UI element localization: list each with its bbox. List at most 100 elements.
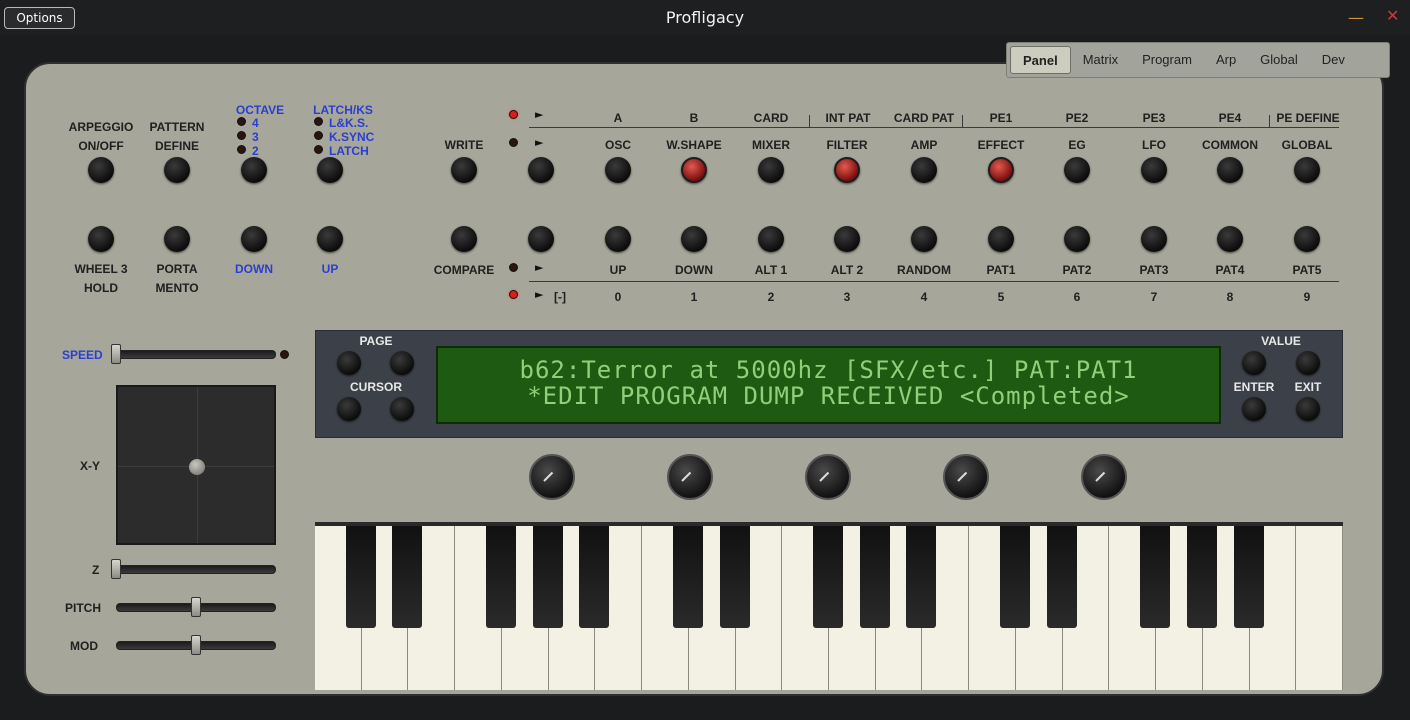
arpeggio-button[interactable] <box>88 157 114 183</box>
tab-dev[interactable]: Dev <box>1310 46 1357 74</box>
xy-cursor[interactable] <box>189 459 205 475</box>
black-key[interactable] <box>485 526 516 628</box>
knob-4[interactable] <box>943 454 989 500</box>
black-key[interactable] <box>1233 526 1264 628</box>
black-key[interactable] <box>1140 526 1171 628</box>
white-key[interactable] <box>1296 526 1343 690</box>
black-key[interactable] <box>672 526 703 628</box>
effect-button[interactable] <box>988 157 1014 183</box>
down-label: DOWN <box>235 262 273 276</box>
black-key[interactable] <box>906 526 937 628</box>
latch-button[interactable] <box>317 157 343 183</box>
pat5-button[interactable] <box>1294 226 1320 252</box>
compare-button[interactable] <box>451 226 477 252</box>
enter-label: ENTER <box>1233 380 1275 394</box>
play-arrow-icon: ► <box>535 136 544 149</box>
portamento-button[interactable] <box>164 226 190 252</box>
up-button[interactable] <box>317 226 343 252</box>
octave-3-led <box>237 131 246 140</box>
num-5: 5 <box>997 290 1005 304</box>
black-key[interactable] <box>392 526 423 628</box>
knob-5[interactable] <box>1081 454 1127 500</box>
black-key[interactable] <box>345 526 376 628</box>
eg-button[interactable] <box>1064 157 1090 183</box>
speed-slider[interactable] <box>116 350 276 359</box>
alt1-button[interactable] <box>758 226 784 252</box>
tab-matrix[interactable]: Matrix <box>1071 46 1130 74</box>
common-button[interactable] <box>1217 157 1243 183</box>
arpeggio-label: ARPEGGIO <box>68 120 134 134</box>
page-left-button[interactable] <box>337 351 361 375</box>
wshape-button[interactable] <box>681 157 707 183</box>
pat2-button[interactable] <box>1064 226 1090 252</box>
osc-button[interactable] <box>605 157 631 183</box>
amp-button[interactable] <box>911 157 937 183</box>
tab-program[interactable]: Program <box>1130 46 1204 74</box>
up-pat-button[interactable] <box>605 226 631 252</box>
write-label: WRITE <box>444 138 484 152</box>
pat5-label: PAT5 <box>1292 263 1322 277</box>
global-label: GLOBAL <box>1281 138 1333 152</box>
black-key[interactable] <box>1186 526 1217 628</box>
knob-1[interactable] <box>529 454 575 500</box>
random-button[interactable] <box>911 226 937 252</box>
wshape-label: W.SHAPE <box>666 138 722 152</box>
page-right-button[interactable] <box>390 351 414 375</box>
down-pat-button[interactable] <box>681 226 707 252</box>
lcd-line-1: b62:Terror at 5000hz [SFX/etc.] PAT:PAT1 <box>519 356 1138 384</box>
pat3-button[interactable] <box>1141 226 1167 252</box>
value-down-button[interactable] <box>1242 351 1266 375</box>
cursor-left-button[interactable] <box>337 397 361 421</box>
tab-panel[interactable]: Panel <box>1010 46 1071 74</box>
value-label: VALUE <box>1261 334 1301 348</box>
mod-slider-thumb[interactable] <box>191 635 201 655</box>
pat3-label: PAT3 <box>1139 263 1169 277</box>
bottom-arrow-button[interactable] <box>528 226 554 252</box>
pat1-label: PAT1 <box>986 263 1016 277</box>
black-key[interactable] <box>579 526 610 628</box>
write-button[interactable] <box>451 157 477 183</box>
z-slider-thumb[interactable] <box>111 559 121 579</box>
value-up-button[interactable] <box>1296 351 1320 375</box>
pat4-button[interactable] <box>1217 226 1243 252</box>
pat1-button[interactable] <box>988 226 1014 252</box>
black-key[interactable] <box>1046 526 1077 628</box>
black-key[interactable] <box>859 526 890 628</box>
num-2: 2 <box>767 290 775 304</box>
filter-button[interactable] <box>834 157 860 183</box>
enter-button[interactable] <box>1242 397 1266 421</box>
global-button[interactable] <box>1294 157 1320 183</box>
pattern-define-button[interactable] <box>164 157 190 183</box>
black-key[interactable] <box>999 526 1030 628</box>
xy-pad[interactable] <box>116 385 276 545</box>
pat4-label: PAT4 <box>1215 263 1245 277</box>
wheel-hold-button[interactable] <box>88 226 114 252</box>
tab-arp[interactable]: Arp <box>1204 46 1248 74</box>
minimize-icon[interactable]: — <box>1348 8 1364 27</box>
exit-button[interactable] <box>1296 397 1320 421</box>
close-icon[interactable]: ✕ <box>1386 6 1399 25</box>
play-arrow-icon: ► <box>535 288 544 301</box>
page-label: PAGE <box>359 334 393 348</box>
black-key[interactable] <box>532 526 563 628</box>
knob-3[interactable] <box>805 454 851 500</box>
alt2-button[interactable] <box>834 226 860 252</box>
mixer-button[interactable] <box>758 157 784 183</box>
cursor-right-button[interactable] <box>390 397 414 421</box>
porta-label: PORTA <box>156 262 198 276</box>
speed-slider-thumb[interactable] <box>111 344 121 364</box>
xy-label: X-Y <box>80 459 101 473</box>
pitch-slider-thumb[interactable] <box>191 597 201 617</box>
knob-2[interactable] <box>667 454 713 500</box>
black-key[interactable] <box>813 526 843 628</box>
down-button[interactable] <box>241 226 267 252</box>
z-slider[interactable] <box>116 565 276 574</box>
tab-global[interactable]: Global <box>1248 46 1310 74</box>
lfo-button[interactable] <box>1141 157 1167 183</box>
header-pe-define: PE DEFINE <box>1276 111 1340 125</box>
black-key[interactable] <box>719 526 750 628</box>
octave-button[interactable] <box>241 157 267 183</box>
top-arrow-button[interactable] <box>528 157 554 183</box>
ksync-led <box>314 131 323 140</box>
mod-label: MOD <box>70 639 98 653</box>
